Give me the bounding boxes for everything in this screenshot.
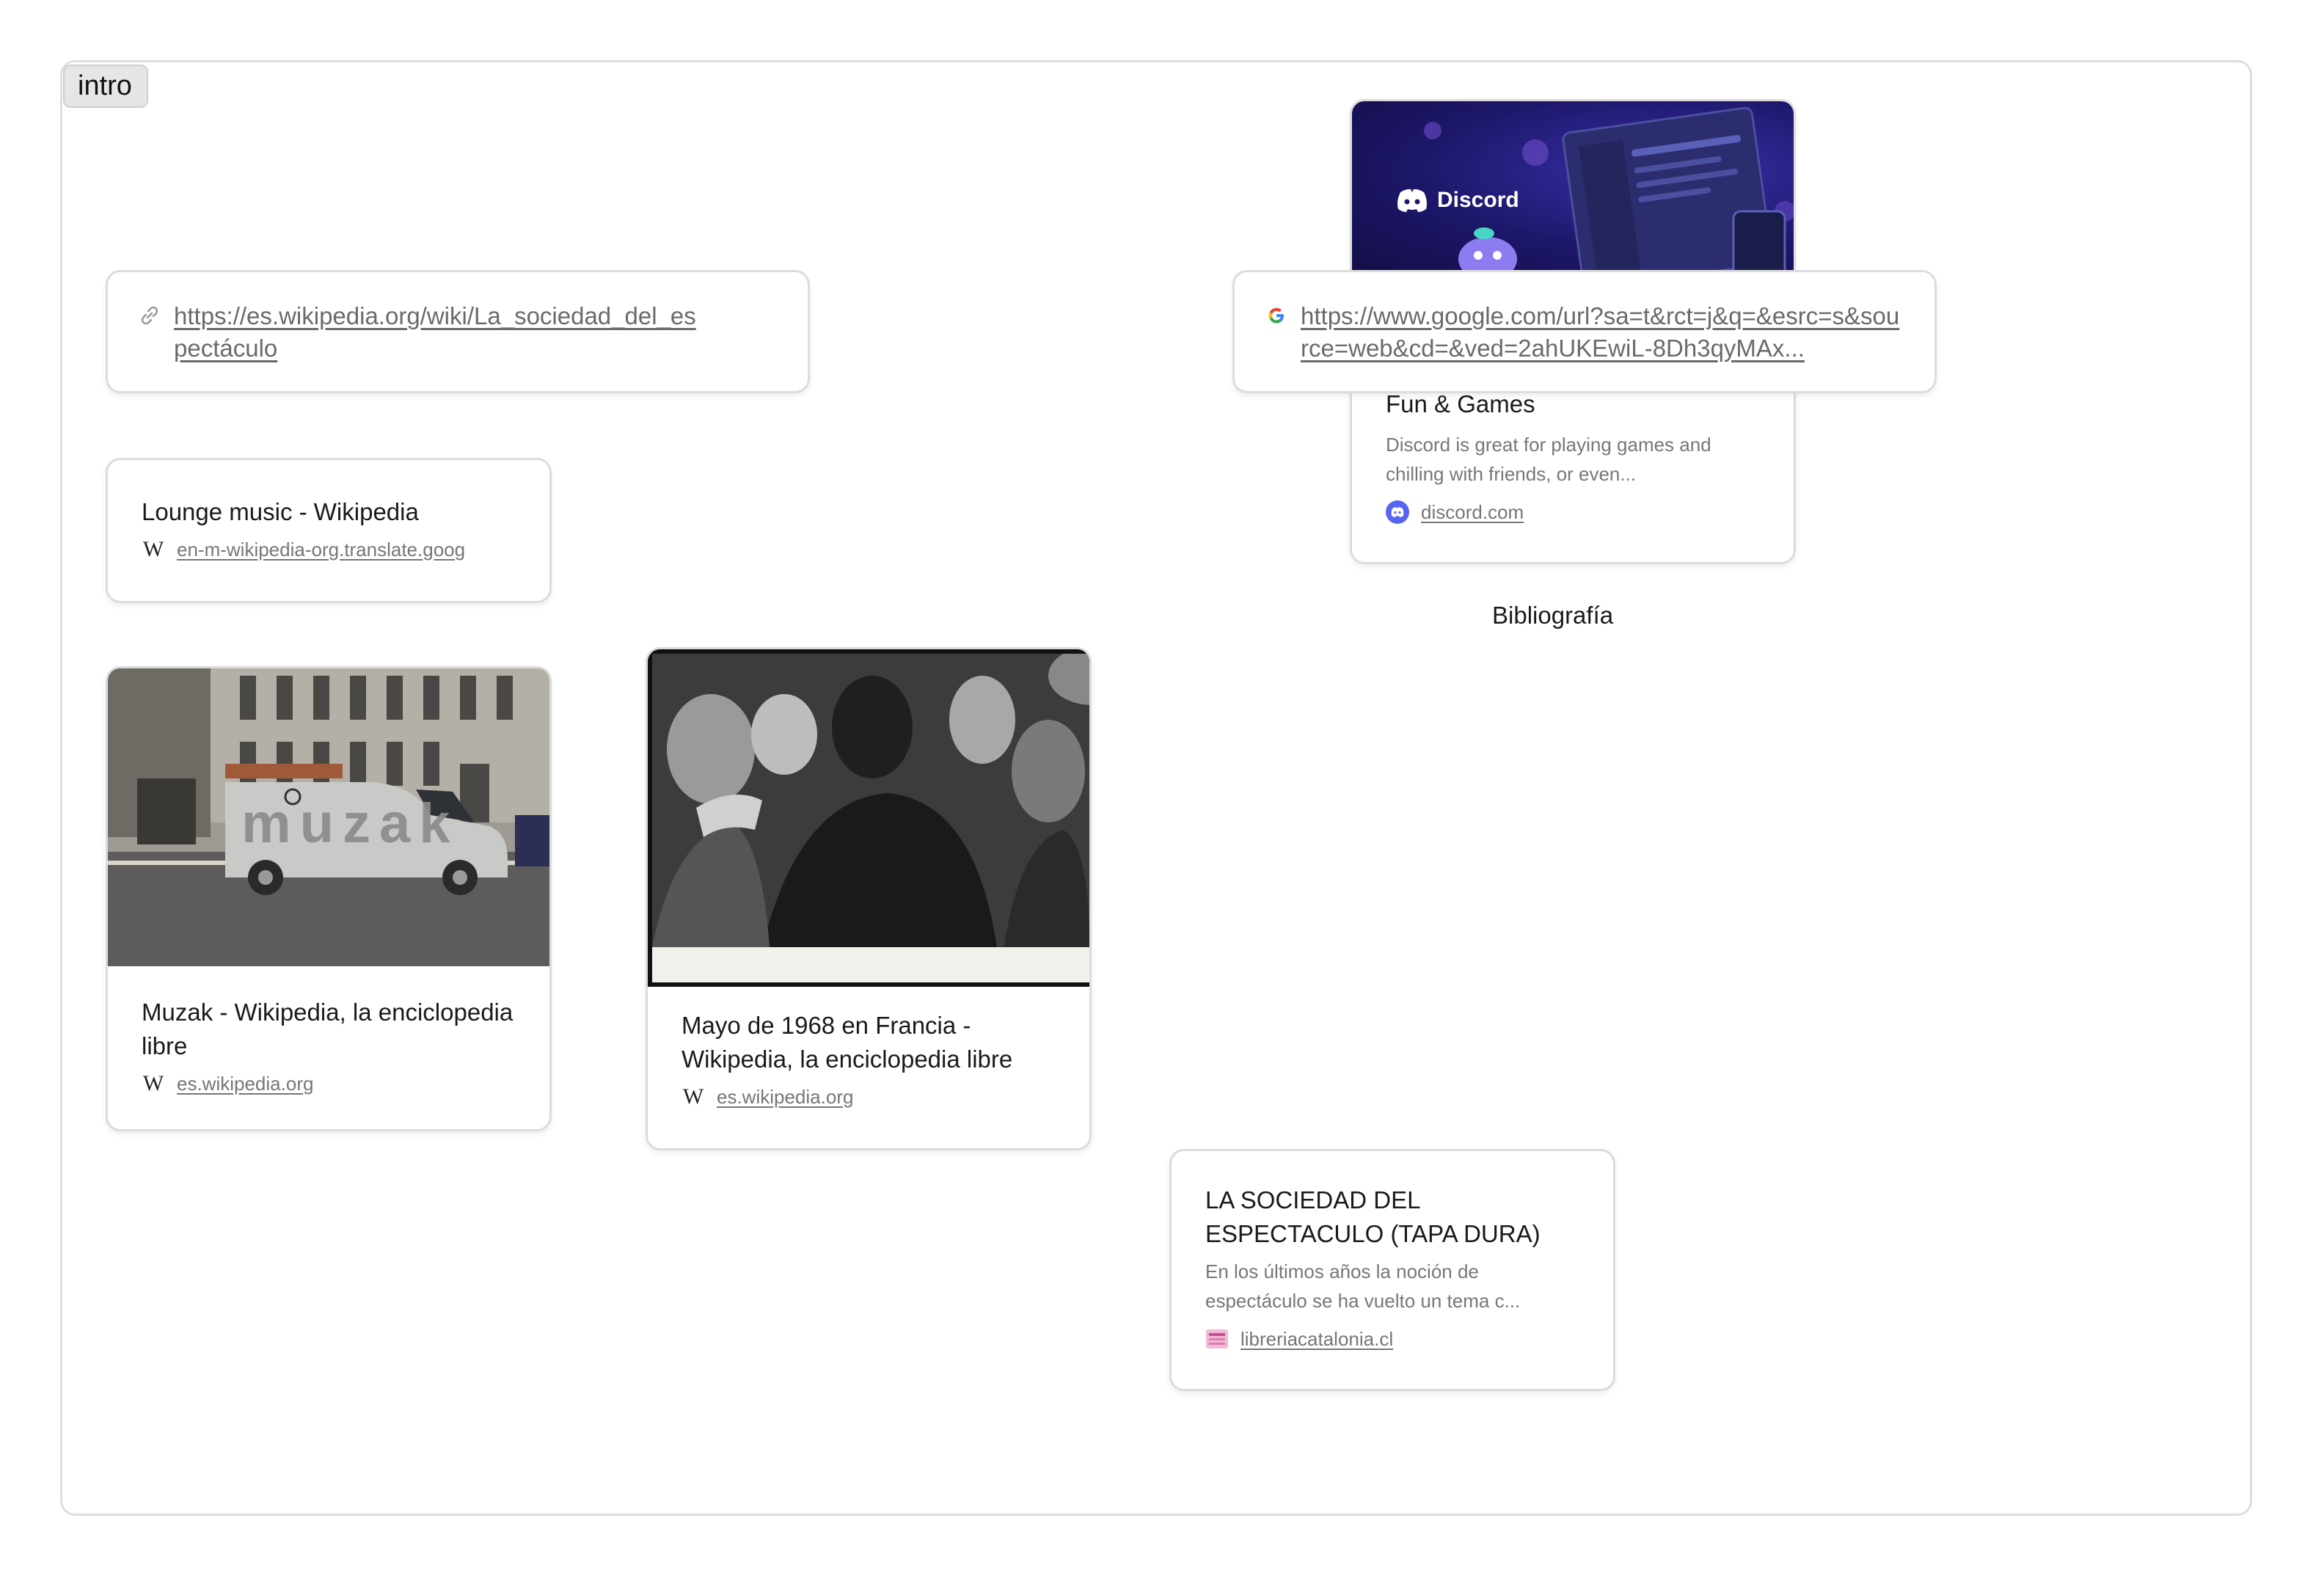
wikipedia-icon: W (142, 537, 164, 561)
lounge-music-card[interactable]: Lounge music - Wikipedia W en-m-wikipedi… (106, 458, 552, 603)
discord-preview-image: Discord (1352, 101, 1794, 274)
link-url-google[interactable]: https://www.google.com/url?sa=t&rct=j&q=… (1301, 300, 1905, 391)
link-icon (141, 306, 158, 325)
sociedad-card-title: LA SOCIEDAD DEL ESPECTACULO (TAPA DURA) (1205, 1186, 1541, 1247)
discord-card-description: Discord is great for playing games and c… (1386, 434, 1711, 485)
sociedad-espectaculo-card[interactable]: LA SOCIEDAD DEL ESPECTACULO (TAPA DURA) … (1169, 1149, 1615, 1391)
mayo-card-source[interactable]: es.wikipedia.org (717, 1086, 853, 1109)
muzak-van-lettering: muzak (241, 792, 459, 855)
muzak-card[interactable]: muzak Muzak - Wikipedia, la enciclopedia… (106, 666, 552, 1131)
link-url-wikipedia[interactable]: https://es.wikipedia.org/wiki/La_socieda… (174, 300, 702, 391)
lounge-card-source[interactable]: en-m-wikipedia-org.translate.goog (177, 539, 465, 561)
sociedad-card-source[interactable]: libreriacatalonia.cl (1240, 1328, 1393, 1351)
lounge-card-title: Lounge music - Wikipedia (142, 498, 419, 525)
discord-brand-text: Discord (1437, 188, 1519, 212)
photo-border-strip (652, 947, 1089, 982)
mayo-card-title: Mayo de 1968 en Francia - Wikipedia, la … (682, 1012, 1013, 1073)
bibliografia-caption: Bibliografía (1492, 602, 1614, 629)
discord-card-source[interactable]: discord.com (1421, 501, 1524, 524)
muzak-card-source[interactable]: es.wikipedia.org (177, 1073, 313, 1095)
link-card-wikipedia[interactable]: https://es.wikipedia.org/wiki/La_socieda… (106, 270, 810, 393)
mayo-1968-photo (648, 649, 1089, 987)
mayo-1968-card[interactable]: Mayo de 1968 en Francia - Wikipedia, la … (646, 647, 1092, 1150)
libreria-icon (1205, 1327, 1229, 1351)
wikipedia-icon: W (142, 1071, 164, 1095)
sociedad-card-description: En los últimos años la noción de espectá… (1205, 1260, 1521, 1312)
muzak-van-image: muzak (108, 668, 549, 966)
discord-icon (1386, 500, 1409, 524)
discord-logo: Discord (1396, 188, 1519, 213)
muzak-card-title: Muzak - Wikipedia, la enciclopedia libre (142, 999, 514, 1059)
wikipedia-icon: W (682, 1084, 704, 1109)
google-icon (1268, 307, 1284, 324)
board-label[interactable]: intro (63, 65, 148, 108)
link-card-google[interactable]: https://www.google.com/url?sa=t&rct=j&q=… (1232, 270, 1937, 393)
